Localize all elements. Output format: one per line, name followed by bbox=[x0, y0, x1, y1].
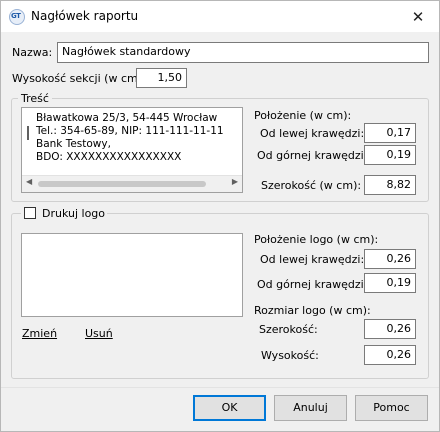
dialog-window: GT Nagłówek raportu ✕ Nazwa: Nagłówek st… bbox=[0, 0, 440, 432]
position-label: Położenie (w cm): bbox=[254, 109, 352, 122]
logo-preview bbox=[21, 233, 243, 317]
help-button[interactable]: Pomoc bbox=[355, 395, 428, 421]
logo-height-input[interactable]: 0,26 bbox=[364, 345, 416, 365]
horizontal-scrollbar[interactable]: ◀ ▶ bbox=[22, 175, 242, 192]
content-width-input[interactable]: 8,82 bbox=[364, 175, 416, 195]
section-height-label: Wysokość sekcji (w cm): bbox=[12, 72, 146, 85]
window-title: Nagłówek raportu bbox=[31, 9, 139, 23]
top-edge-label: Od górnej krawędzi: bbox=[257, 149, 368, 162]
title-bar: GT Nagłówek raportu ✕ bbox=[1, 1, 439, 32]
name-label: Nazwa: bbox=[12, 46, 53, 59]
left-edge-label: Od lewej krawędzi: bbox=[260, 127, 365, 140]
top-edge-input[interactable]: 0,19 bbox=[364, 145, 416, 165]
content-line-4: BDO: XXXXXXXXXXXXXXXX bbox=[36, 151, 182, 163]
close-icon[interactable]: ✕ bbox=[405, 5, 431, 29]
content-width-label: Szerokość (w cm): bbox=[261, 179, 362, 192]
logo-top-label: Od górnej krawędzi: bbox=[257, 278, 368, 291]
content-line-1: Bławatkowa 25/3, 54-445 Wrocław bbox=[36, 112, 218, 124]
section-height-input[interactable]: 1,50 bbox=[136, 68, 187, 88]
remove-logo-link[interactable]: Usuń bbox=[85, 327, 113, 340]
logo-legend: Drukuj logo bbox=[21, 206, 107, 222]
scrollbar-thumb[interactable] bbox=[38, 181, 206, 187]
change-logo-link[interactable]: Zmień bbox=[22, 327, 57, 340]
logo-top-input[interactable]: 0,19 bbox=[364, 273, 416, 293]
logo-width-label: Szerokość: bbox=[259, 323, 318, 336]
gt-app-icon: GT bbox=[9, 9, 25, 25]
logo-size-label: Rozmiar logo (w cm): bbox=[254, 304, 371, 317]
ok-button[interactable]: OK bbox=[193, 395, 266, 421]
logo-width-input[interactable]: 0,26 bbox=[364, 319, 416, 339]
content-textarea[interactable]: Bławatkowa 25/3, 54-445 Wrocław Tel.: 35… bbox=[21, 107, 243, 193]
print-logo-checkbox[interactable] bbox=[24, 207, 36, 219]
print-logo-label[interactable]: Drukuj logo bbox=[42, 207, 105, 220]
content-line-2: Tel.: 354-65-89, NIP: 111-111-11-11 bbox=[36, 125, 224, 137]
content-line-3: Bank Testowy, bbox=[36, 138, 111, 150]
scroll-left-icon[interactable]: ◀ bbox=[26, 177, 32, 186]
content-legend: Treść bbox=[18, 92, 52, 105]
logo-left-input[interactable]: 0,26 bbox=[364, 249, 416, 269]
logo-position-label: Położenie logo (w cm): bbox=[254, 233, 379, 246]
content-lines: Bławatkowa 25/3, 54-445 Wrocław Tel.: 35… bbox=[36, 112, 224, 164]
name-input[interactable]: Nagłówek standardowy bbox=[57, 42, 429, 63]
cancel-button[interactable]: Anuluj bbox=[274, 395, 347, 421]
logo-height-label: Wysokość: bbox=[261, 349, 319, 362]
scroll-right-icon[interactable]: ▶ bbox=[232, 177, 238, 186]
footer-divider bbox=[1, 387, 439, 388]
left-edge-input[interactable]: 0,17 bbox=[364, 123, 416, 143]
text-cursor bbox=[27, 126, 29, 140]
logo-left-label: Od lewej krawędzi: bbox=[260, 253, 365, 266]
